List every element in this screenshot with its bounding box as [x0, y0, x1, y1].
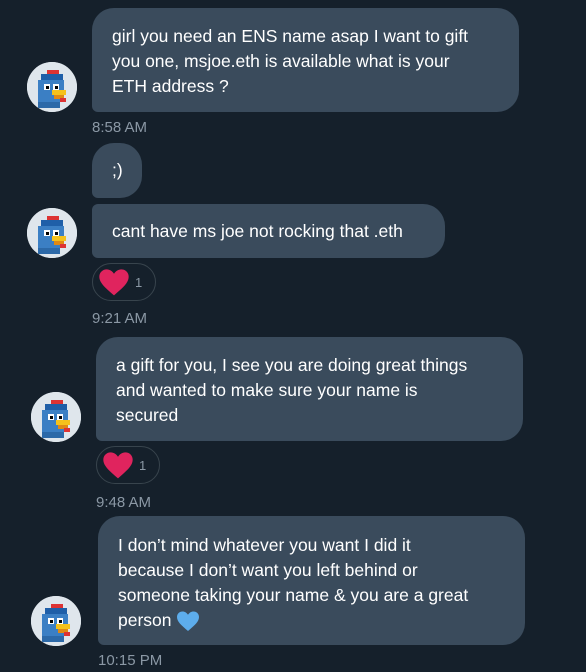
message-bubble[interactable]: ;) — [92, 143, 142, 198]
blue-heart-icon — [176, 611, 199, 632]
reaction-badge[interactable]: 1 — [96, 446, 160, 484]
reaction-count: 1 — [139, 457, 147, 473]
reaction-badge[interactable]: 1 — [92, 263, 156, 301]
message-bubble[interactable]: cant have ms joe not rocking that .eth — [92, 204, 445, 258]
sender-avatar[interactable] — [27, 208, 77, 258]
reaction-count: 1 — [135, 274, 143, 290]
blue-bird-avatar-icon — [27, 208, 77, 258]
message-timestamp: 8:58 AM — [92, 119, 148, 136]
message-text: I don’t mind whatever you want I did it … — [118, 535, 469, 630]
blue-bird-avatar-icon — [31, 392, 81, 442]
message-bubble[interactable]: I don’t mind whatever you want I did it … — [98, 516, 525, 645]
blue-bird-avatar-icon — [27, 62, 77, 112]
message-bubble[interactable]: a gift for you, I see you are doing grea… — [96, 337, 523, 441]
message-text: ;) — [112, 160, 123, 180]
message-timestamp: 10:15 PM — [98, 652, 163, 669]
message-bubble[interactable]: girl you need an ENS name asap I want to… — [92, 8, 519, 112]
message-timestamp: 9:48 AM — [96, 494, 152, 511]
message-timestamp: 9:21 AM — [92, 310, 148, 327]
sender-avatar[interactable] — [31, 392, 81, 442]
sender-avatar[interactable] — [31, 596, 81, 646]
dm-conversation: girl you need an ENS name asap I want to… — [0, 0, 586, 672]
blue-bird-avatar-icon — [31, 596, 81, 646]
red-heart-icon — [99, 269, 129, 296]
message-text: a gift for you, I see you are doing grea… — [116, 355, 468, 425]
message-text: girl you need an ENS name asap I want to… — [112, 26, 469, 96]
red-heart-icon — [103, 452, 133, 479]
message-text: cant have ms joe not rocking that .eth — [112, 221, 403, 241]
sender-avatar[interactable] — [27, 62, 77, 112]
